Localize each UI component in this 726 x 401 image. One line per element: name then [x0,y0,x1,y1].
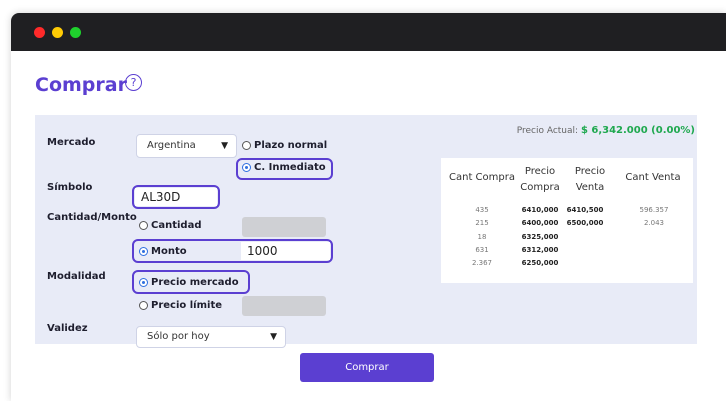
app-window: Comprar ? Mercado Símbolo Cantidad/Monto… [11,13,726,401]
maximize-window-dot[interactable] [70,27,81,38]
order-book-cell: 596.357 [639,206,669,214]
current-price-label: Precio Actual: [516,126,579,136]
simbolo-input[interactable]: AL30D [135,188,217,206]
order-book-cell: 6325,000 [521,233,559,241]
order-book-cell: 631 [475,246,489,254]
c-inmediato-radio[interactable]: C. Inmediato [242,162,326,173]
radio-checked-icon [139,247,148,256]
monto-radio[interactable]: Monto [139,246,187,257]
validez-select-value: Sólo por hoy [147,331,210,342]
monto-label: Monto [151,246,187,257]
close-window-dot[interactable] [34,27,45,38]
order-book-cell: 2.367 [471,259,493,267]
radio-checked-icon [242,163,251,172]
cantidad-input[interactable] [242,217,326,237]
radio-unchecked-icon [139,301,148,310]
order-book-header-precio-compra: Precio Compra [520,166,560,193]
c-inmediato-label: C. Inmediato [254,162,326,173]
order-book-cell: 215 [475,219,489,227]
page-title: Comprar [35,74,127,96]
current-price: Precio Actual: $ 6,342.000 (0.00%) [517,125,695,136]
order-book-cell: 435 [475,206,489,214]
validez-select[interactable]: Sólo por hoy ▼ [136,326,286,348]
order-form-panel: Mercado Símbolo Cantidad/Monto Modalidad… [35,115,697,348]
modalidad-label: Modalidad [47,271,106,282]
order-book-cell: 6410,500 [566,206,604,214]
precio-limite-label: Precio límite [151,300,223,311]
precio-limite-input[interactable] [242,296,326,316]
mercado-select[interactable]: Argentina ▼ [136,134,237,158]
radio-unchecked-icon [242,141,251,150]
cantidad-monto-label: Cantidad/Monto [47,212,137,223]
simbolo-label: Símbolo [47,182,93,193]
mercado-label: Mercado [47,137,96,148]
cantidad-radio[interactable]: Cantidad [139,220,201,231]
order-book-cell: 6410,000 [521,206,559,214]
mercado-select-value: Argentina [147,140,196,151]
order-book-cell: 6250,000 [521,259,559,267]
order-book-cell: 6400,000 [521,219,559,227]
cantidad-label: Cantidad [151,220,202,231]
current-price-value: $ 6,342.000 (0.00%) [580,125,695,136]
minimize-window-dot[interactable] [52,27,63,38]
order-book-cell: 6500,000 [566,219,604,227]
order-book-header-cant-compra: Cant Compra [449,172,515,183]
plazo-normal-label: Plazo normal [254,140,328,151]
order-book-header-cant-venta: Cant Venta [625,172,681,183]
validez-label: Validez [47,323,88,334]
order-book-table: Cant Compra Precio Compra Precio Venta C… [441,158,693,283]
order-book-cell: 2.043 [643,219,665,227]
order-book-cell: 6312,000 [521,246,559,254]
comprar-submit-button[interactable]: Comprar [300,353,434,382]
order-book-cell: 18 [477,233,487,241]
precio-mercado-radio[interactable]: Precio mercado [139,277,239,288]
chevron-down-icon: ▼ [221,141,228,151]
plazo-normal-radio[interactable]: Plazo normal [242,140,327,151]
order-book-header-precio-venta: Precio Venta [574,166,606,193]
radio-checked-icon [139,278,148,287]
precio-mercado-label: Precio mercado [151,277,239,288]
monto-input[interactable]: 1000 [241,242,330,260]
radio-unchecked-icon [139,221,148,230]
precio-limite-radio[interactable]: Precio límite [139,300,222,311]
window-titlebar [11,13,726,51]
help-icon[interactable]: ? [125,74,142,91]
chevron-down-icon: ▼ [270,332,277,342]
